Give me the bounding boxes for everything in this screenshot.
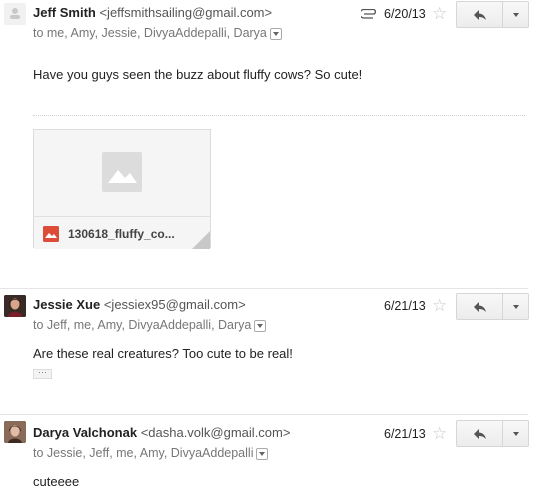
message-date: 6/21/13	[384, 427, 426, 441]
recipients-line: to Jessie, Jeff, me, Amy, DivyaAddepalli	[33, 446, 269, 460]
sender-name[interactable]: Jessie Xue	[33, 297, 100, 312]
reply-icon	[473, 9, 486, 20]
attachment-divider	[33, 115, 525, 116]
chevron-down-icon	[512, 12, 519, 17]
sender-line: Jessie Xue <jessiex95@gmail.com>	[33, 297, 246, 312]
more-options-button[interactable]	[503, 293, 529, 320]
page-curl-icon	[192, 231, 210, 249]
reply-button-group	[456, 420, 529, 447]
avatar[interactable]	[4, 295, 26, 317]
attachment-filename: 130618_fluffy_co...	[68, 227, 175, 241]
attachment-card[interactable]: 130618_fluffy_co...	[33, 129, 211, 249]
avatar[interactable]	[4, 421, 26, 443]
more-options-button[interactable]	[503, 1, 529, 28]
reply-button[interactable]	[456, 293, 503, 320]
image-placeholder-icon	[102, 152, 142, 192]
reply-icon	[473, 301, 486, 312]
default-avatar[interactable]	[4, 3, 26, 25]
message-date: 6/21/13	[384, 299, 426, 313]
sender-line: Darya Valchonak <dasha.volk@gmail.com>	[33, 425, 290, 440]
recipients-text: to Jessie, Jeff, me, Amy, DivyaAddepalli	[33, 446, 254, 460]
star-icon[interactable]: ☆	[432, 5, 447, 22]
message-body: Have you guys seen the buzz about fluffy…	[33, 67, 363, 82]
sender-email: <jeffsmithsailing@gmail.com>	[99, 5, 273, 20]
message-separator	[0, 414, 528, 415]
star-icon[interactable]: ☆	[432, 425, 447, 442]
message-body: Are these real creatures? Too cute to be…	[33, 346, 293, 361]
recipients-text: to Jeff, me, Amy, DivyaAddepalli, Darya	[33, 318, 252, 332]
sender-name[interactable]: Darya Valchonak	[33, 425, 137, 440]
attachment-footer: 130618_fluffy_co...	[34, 216, 210, 249]
message-separator	[0, 288, 528, 289]
sender-email: <dasha.volk@gmail.com>	[140, 425, 291, 440]
reply-icon	[473, 428, 486, 439]
sender-email: <jessiex95@gmail.com>	[103, 297, 246, 312]
show-details-dropdown[interactable]	[254, 319, 267, 332]
chevron-down-icon	[512, 431, 519, 436]
sender-line: Jeff Smith <jeffsmithsailing@gmail.com>	[33, 5, 272, 20]
recipients-text: to me, Amy, Jessie, DivyaAddepalli, Dary…	[33, 26, 267, 40]
message-date: 6/20/13	[384, 7, 426, 21]
star-icon[interactable]: ☆	[432, 297, 447, 314]
show-trimmed-content-button[interactable]: ···	[33, 368, 52, 379]
image-file-icon	[43, 226, 59, 242]
reply-button[interactable]	[456, 420, 503, 447]
chevron-down-icon	[512, 304, 519, 309]
recipients-line: to me, Amy, Jessie, DivyaAddepalli, Dary…	[33, 26, 282, 40]
show-details-dropdown[interactable]	[256, 447, 269, 460]
more-options-button[interactable]	[503, 420, 529, 447]
profile-photo	[4, 421, 26, 443]
reply-button-group	[456, 293, 529, 320]
recipients-line: to Jeff, me, Amy, DivyaAddepalli, Darya	[33, 318, 267, 332]
show-details-dropdown[interactable]	[269, 27, 282, 40]
reply-button-group	[456, 1, 529, 28]
person-icon	[10, 8, 20, 19]
profile-photo	[4, 295, 26, 317]
paperclip-icon	[361, 9, 376, 19]
message-body: cuteeee	[33, 474, 80, 489]
sender-name[interactable]: Jeff Smith	[33, 5, 96, 20]
reply-button[interactable]	[456, 1, 503, 28]
